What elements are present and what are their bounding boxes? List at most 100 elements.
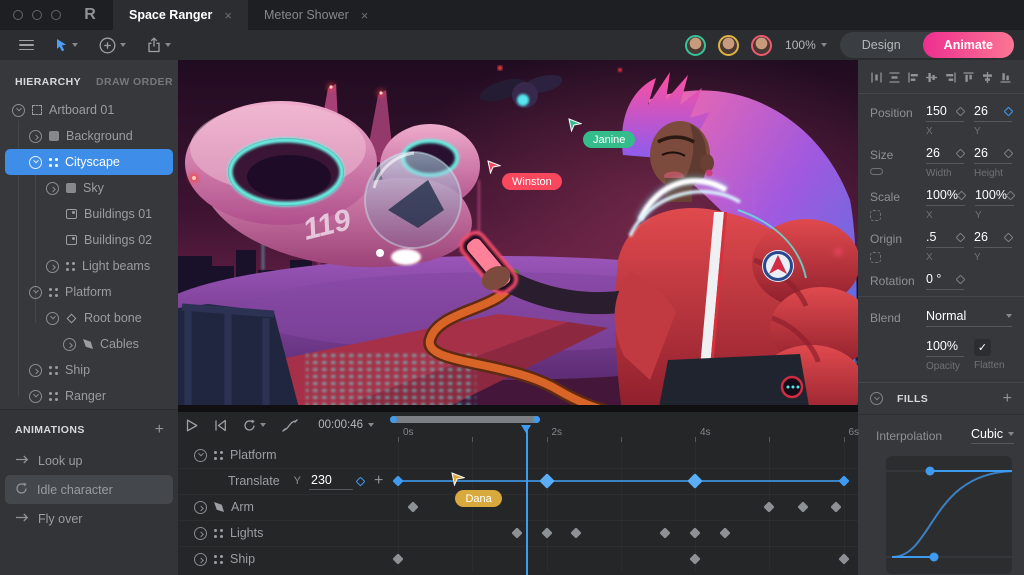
layer-background[interactable]: Background: [0, 123, 178, 149]
align-center-vertical-icon[interactable]: [925, 71, 938, 84]
playhead-line[interactable]: [526, 426, 528, 575]
keyframe-diamond[interactable]: [838, 475, 849, 486]
timeline-scrollbar[interactable]: [390, 416, 540, 423]
origin-x-value[interactable]: .5: [926, 230, 936, 244]
tab-space-ranger[interactable]: Space Ranger ×: [113, 0, 248, 30]
tab-meteor-shower[interactable]: Meteor Shower ×: [248, 0, 384, 30]
layer-artboard-01[interactable]: Artboard 01: [0, 97, 178, 123]
keyframe-diamond[interactable]: [407, 501, 418, 512]
add-fill-button[interactable]: +: [1003, 393, 1012, 405]
timeline-ruler[interactable]: 0s2s4s6s: [178, 428, 858, 442]
keyframe-diamond[interactable]: [838, 553, 849, 564]
layer-ranger[interactable]: Ranger: [0, 383, 178, 409]
playhead-handle[interactable]: [521, 425, 531, 433]
blend-mode-select[interactable]: Normal: [926, 309, 1012, 327]
design-mode-button[interactable]: Design: [840, 38, 923, 52]
layer-light-beams[interactable]: Light beams: [0, 253, 178, 279]
keyframe-diamond-icon[interactable]: [1004, 106, 1014, 116]
keyframe-diamond-icon[interactable]: [956, 148, 966, 158]
expander-down-icon[interactable]: [29, 390, 42, 403]
align-bottom-icon[interactable]: [999, 71, 1012, 84]
add-animation-button[interactable]: +: [155, 424, 164, 436]
position-x-value[interactable]: 150: [926, 104, 947, 118]
window-close-button[interactable]: [13, 10, 23, 20]
keyframe-diamond[interactable]: [689, 527, 700, 538]
expander-right-icon[interactable]: [46, 260, 59, 273]
animate-mode-button[interactable]: Animate: [923, 32, 1014, 58]
layer-buildings-01[interactable]: Buildings 01: [0, 201, 178, 227]
select-tool-button[interactable]: [50, 38, 83, 53]
layer-buildings-02[interactable]: Buildings 02: [0, 227, 178, 253]
keyframe-diamond[interactable]: [571, 527, 582, 538]
expander-down-icon[interactable]: [12, 104, 25, 117]
expander-right-icon[interactable]: [63, 338, 76, 351]
keyframe-diamond[interactable]: [764, 501, 775, 512]
close-icon[interactable]: ×: [361, 8, 369, 23]
keyframe-diamond[interactable]: [392, 553, 403, 564]
keyframe-diamond[interactable]: [660, 527, 671, 538]
size-width-value[interactable]: 26: [926, 146, 940, 160]
fills-section-header[interactable]: FILLS +: [858, 383, 1024, 414]
avatar[interactable]: [718, 35, 739, 56]
layer-platform[interactable]: Platform: [0, 279, 178, 305]
avatar[interactable]: [751, 35, 772, 56]
layer-cityscape[interactable]: Cityscape: [5, 149, 173, 175]
scale-y-value[interactable]: 100%: [975, 188, 1007, 202]
keyframe-diamond-icon[interactable]: [1004, 148, 1014, 158]
tab-hierarchy[interactable]: HIERARCHY: [15, 76, 81, 88]
expander-down-icon[interactable]: [46, 312, 59, 325]
interpolation-select[interactable]: Cubic: [971, 427, 1014, 444]
scale-y-field[interactable]: 100% Y: [975, 188, 1014, 221]
layer-root-bone[interactable]: Root bone: [0, 305, 178, 331]
opacity-field[interactable]: 100% Opacity: [926, 339, 964, 372]
keyframe-diamond[interactable]: [541, 527, 552, 538]
keyframe-diamond[interactable]: [830, 501, 841, 512]
create-tool-button[interactable]: [94, 37, 131, 54]
keyframe-diamond-icon[interactable]: [956, 232, 966, 242]
size-height-field[interactable]: 26 Height: [974, 146, 1012, 179]
layer-cables[interactable]: Cables: [0, 331, 178, 357]
keyframe-diamond[interactable]: [687, 473, 703, 489]
avatar[interactable]: [685, 35, 706, 56]
keyframe-diamond-icon[interactable]: [956, 274, 966, 284]
expander-down-icon[interactable]: [29, 286, 42, 299]
origin-y-value[interactable]: 26: [974, 230, 988, 244]
animation-idle-character[interactable]: Idle character: [5, 475, 173, 504]
close-icon[interactable]: ×: [224, 8, 232, 23]
expander-down-icon[interactable]: [870, 392, 883, 405]
origin-icon[interactable]: [870, 252, 881, 263]
layer-ship[interactable]: Ship: [0, 357, 178, 383]
window-minimize-button[interactable]: [32, 10, 42, 20]
position-y-field[interactable]: 26 Y: [974, 104, 1012, 137]
rotation-field[interactable]: 0 °: [926, 272, 964, 290]
keyframe-diamond[interactable]: [719, 527, 730, 538]
export-button[interactable]: [142, 37, 176, 53]
origin-y-field[interactable]: 26 Y: [974, 230, 1012, 263]
animation-fly-over[interactable]: Fly over: [0, 504, 178, 533]
menu-button[interactable]: [14, 40, 39, 51]
keyframe-diamond[interactable]: [511, 527, 522, 538]
keyframe-diamond-icon[interactable]: [957, 190, 967, 200]
expander-right-icon[interactable]: [29, 130, 42, 143]
scale-x-field[interactable]: 100% X: [926, 188, 965, 221]
link-icon[interactable]: [870, 168, 883, 175]
distribute-vertical-icon[interactable]: [888, 71, 901, 84]
stage-canvas[interactable]: 119: [178, 60, 858, 412]
align-top-icon[interactable]: [962, 71, 975, 84]
freeze-icon[interactable]: [870, 210, 881, 221]
keyframe-diamond[interactable]: [392, 475, 403, 486]
layer-sky[interactable]: Sky: [0, 175, 178, 201]
curve-handle[interactable]: [930, 553, 939, 562]
expander-right-icon[interactable]: [46, 182, 59, 195]
opacity-value[interactable]: 100%: [926, 339, 958, 353]
tab-draw-order[interactable]: DRAW ORDER: [96, 76, 173, 88]
keyframe-diamond[interactable]: [689, 553, 700, 564]
interpolation-curve-editor[interactable]: [886, 456, 1012, 574]
keyframe-diamond-icon[interactable]: [1006, 190, 1016, 200]
origin-x-field[interactable]: .5 X: [926, 230, 964, 263]
size-width-field[interactable]: 26 Width: [926, 146, 964, 179]
window-zoom-button[interactable]: [51, 10, 61, 20]
align-center-horizontal-icon[interactable]: [981, 71, 994, 84]
keyframe-diamond[interactable]: [539, 473, 555, 489]
align-right-icon[interactable]: [944, 71, 957, 84]
